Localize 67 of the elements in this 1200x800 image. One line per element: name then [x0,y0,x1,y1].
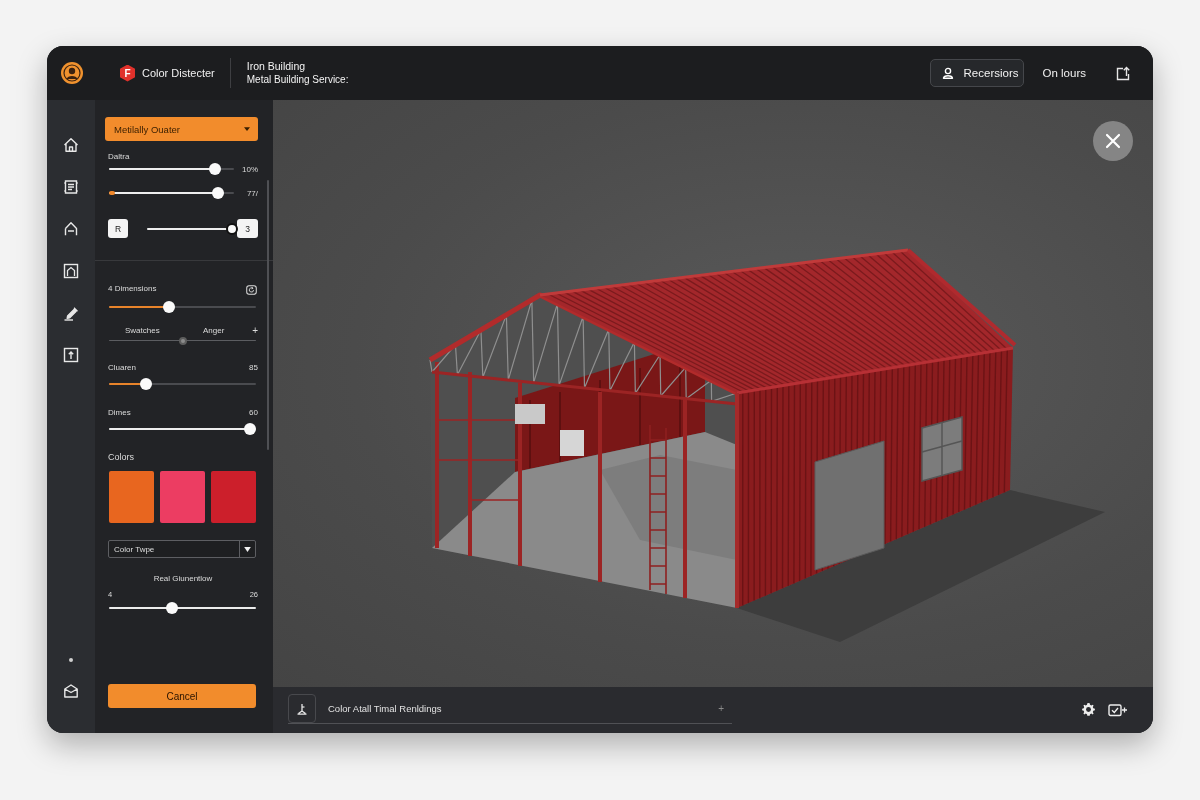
slider-value: 10% [241,164,258,174]
slider-thumb[interactable] [244,423,257,435]
pen-icon[interactable] [63,305,79,321]
checkbox-plus-icon[interactable] [1108,703,1128,717]
avatar-icon[interactable] [61,62,83,84]
close-icon [1105,133,1121,149]
slider-track[interactable] [109,337,256,345]
value-field[interactable]: 3 [237,219,258,238]
refresh-icon[interactable] [246,283,257,295]
preset-dropdown[interactable]: Metilally Ouater [105,117,258,141]
document-list-icon[interactable] [63,179,79,195]
tool-button[interactable] [288,694,316,723]
option-label: Anger [203,326,225,336]
section-label: Daltra [108,151,130,162]
export-icon[interactable] [1116,65,1131,81]
caret-icon [244,546,251,552]
slider-track[interactable] [109,163,234,175]
rendering-name-text: Color Atall Timal Renldings [328,703,442,714]
account-button[interactable]: Recersiors [929,59,1024,87]
swatch-icon[interactable] [160,471,205,523]
framed-house-icon[interactable] [63,263,79,279]
section-label: Colors [108,452,135,462]
slider-thumb[interactable] [225,222,238,235]
slider-value: 60 [249,408,258,418]
slider-thumb[interactable] [163,301,176,313]
key-button[interactable]: R [108,219,128,238]
slider-track[interactable] [109,423,256,435]
option-label: Swatches [125,326,160,336]
upload-box-icon[interactable] [63,347,79,363]
slider-value: 77/ [245,188,258,198]
home-icon[interactable] [63,137,79,153]
slider-track[interactable] [109,602,256,614]
slider-thumb[interactable] [178,337,187,345]
slider-track[interactable] [109,301,256,313]
app-logo: F [120,64,135,82]
slider-thumb[interactable] [209,163,222,175]
house-outline-icon[interactable] [63,221,79,237]
user-icon [941,67,954,79]
scrollbar-thumb[interactable] [267,180,269,450]
close-button[interactable] [1093,121,1133,161]
swatch-icon[interactable] [211,471,256,523]
slider-title: Real Giunentlow [153,574,213,584]
app-name: Color Distecter [142,67,215,79]
slider-thumb[interactable] [139,378,152,390]
add-button[interactable]: + [718,703,724,714]
project-subtitle: Metal Building Service: [246,73,349,86]
slider-label: Dimes [108,408,131,418]
settings-icon[interactable] [1081,702,1096,717]
add-button[interactable]: + [252,326,258,336]
slider-label: Cluaren [108,363,136,373]
section-label: 4 Dimensions [108,284,157,294]
cancel-button[interactable]: Cancel [108,684,256,708]
slider-track[interactable] [109,187,234,199]
slider-track[interactable] [147,222,236,235]
envelope-icon[interactable] [63,683,79,699]
slider-thumb[interactable] [166,602,179,614]
dot-icon [69,658,73,662]
slider-thumb[interactable] [211,187,224,199]
color-type-select[interactable]: Color Twpe [108,540,256,558]
slider-value: 85 [249,363,258,373]
nav-link[interactable]: On lours [1042,67,1086,79]
swatch-icon[interactable] [109,471,154,523]
caret-icon [244,127,250,131]
slider-track[interactable] [109,378,256,390]
stand-icon [296,702,308,715]
project-title: Iron Building [246,60,307,73]
rendering-name-field[interactable]: Color Atall Timal Renldings + [288,694,732,724]
